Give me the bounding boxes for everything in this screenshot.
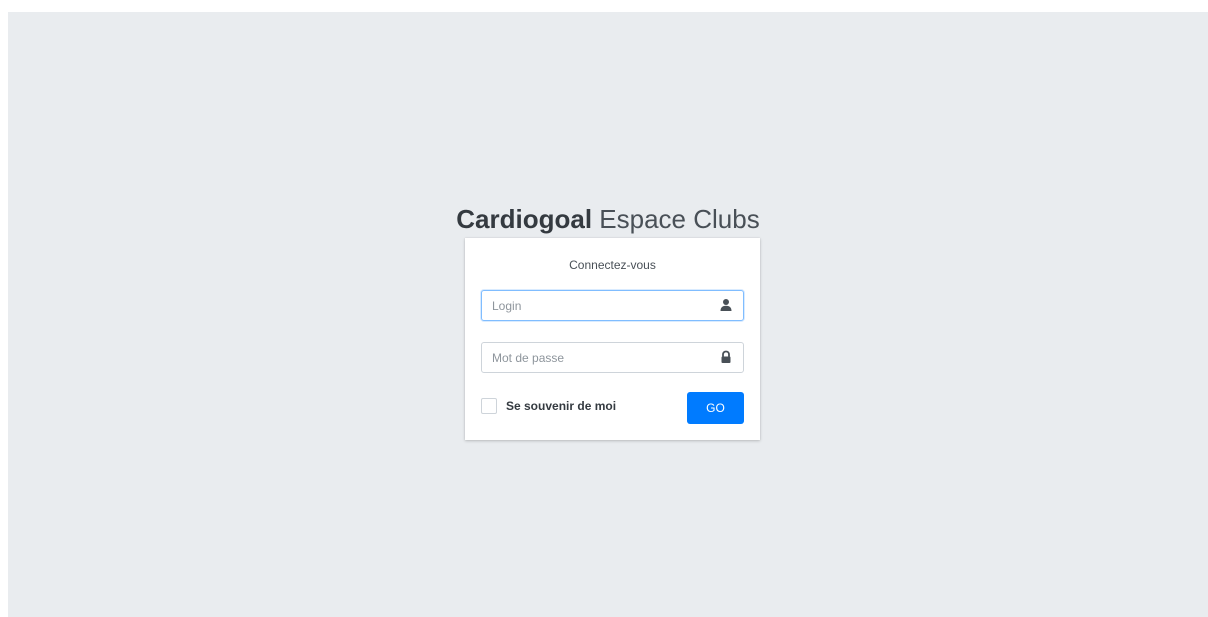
login-card-title: Connectez-vous <box>569 258 656 272</box>
page-background: Cardiogoal Espace Clubs Connectez-vous S… <box>8 12 1208 617</box>
login-card: Connectez-vous Se souvenir de moi GO <box>465 238 760 440</box>
go-button[interactable]: GO <box>687 392 744 424</box>
brand-title: Cardiogoal Espace Clubs <box>8 203 1208 235</box>
login-input[interactable] <box>482 291 707 320</box>
remember-me-checkbox[interactable] <box>481 398 497 414</box>
form-actions-row: Se souvenir de moi GO <box>481 392 744 424</box>
login-input-group[interactable] <box>481 290 744 321</box>
password-input[interactable] <box>482 343 707 372</box>
brand-name-strong: Cardiogoal <box>456 204 593 234</box>
user-icon <box>720 299 732 311</box>
remember-me-label[interactable]: Se souvenir de moi <box>506 399 616 413</box>
brand-name-light: Espace Clubs <box>599 204 760 234</box>
password-input-group[interactable] <box>481 342 744 373</box>
lock-icon <box>721 350 731 363</box>
